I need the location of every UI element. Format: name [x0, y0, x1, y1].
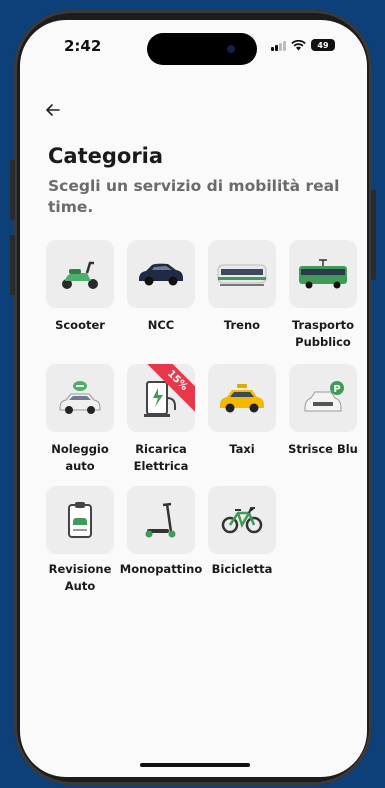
app-screen: 2:42 49 Categoria Scegli un servizio di …: [20, 20, 367, 777]
train-icon: [217, 264, 267, 286]
kick-scooter-tile[interactable]: [127, 486, 195, 554]
ncc-tile[interactable]: [127, 240, 195, 308]
category-label[interactable]: Trasporto Pubblico: [281, 317, 365, 351]
taxi-icon: [220, 384, 264, 413]
status-icons: 49: [271, 39, 335, 51]
category-label[interactable]: Bicicletta: [200, 561, 284, 578]
inspection-clipboard-icon: [68, 502, 92, 538]
power-button: [371, 190, 376, 280]
volume-up-button: [10, 160, 15, 220]
ev-charging-tile[interactable]: 15%: [127, 364, 195, 432]
category-label[interactable]: Revisione Auto: [38, 561, 122, 595]
battery-icon: 49: [311, 39, 335, 51]
category-label[interactable]: Taxi: [200, 441, 284, 458]
bicycle-icon: [221, 507, 263, 534]
category-label[interactable]: Ricarica Elettrica: [119, 441, 203, 475]
category-label[interactable]: NCC: [119, 317, 203, 334]
bus-icon: [299, 259, 347, 289]
kick-scooter-icon: [145, 502, 176, 538]
svg-text:P: P: [333, 384, 340, 395]
camera-icon: [227, 45, 235, 53]
scooter-tile[interactable]: [46, 240, 114, 308]
blue-parking-tile[interactable]: P: [289, 364, 357, 432]
train-tile[interactable]: [208, 240, 276, 308]
car-icon: [139, 263, 183, 286]
car-inspection-tile[interactable]: [46, 486, 114, 554]
home-indicator[interactable]: [140, 763, 250, 767]
volume-down-button: [10, 235, 15, 295]
page-subtitle: Scegli un servizio di mobilità real time…: [48, 177, 340, 216]
public-transport-tile[interactable]: [289, 240, 357, 308]
signal-icon: [271, 40, 286, 51]
car-rental-tile[interactable]: [46, 364, 114, 432]
category-label[interactable]: Strisce Blu: [281, 441, 365, 458]
scooter-icon: [62, 261, 98, 289]
category-label[interactable]: Noleggio auto: [38, 441, 122, 475]
status-time: 2:42: [64, 37, 102, 55]
category-label[interactable]: Monopattino: [119, 561, 203, 578]
bicycle-tile[interactable]: [208, 486, 276, 554]
wifi-icon: [291, 39, 306, 50]
rental-car-icon: [59, 381, 101, 414]
dynamic-island: [147, 33, 257, 65]
category-label[interactable]: Treno: [200, 317, 284, 334]
back-arrow-icon[interactable]: [46, 100, 60, 121]
page-title: Categoria: [48, 144, 164, 168]
category-label[interactable]: Scooter: [38, 317, 122, 334]
parking-car-icon: P: [304, 381, 344, 412]
taxi-tile[interactable]: [208, 364, 276, 432]
